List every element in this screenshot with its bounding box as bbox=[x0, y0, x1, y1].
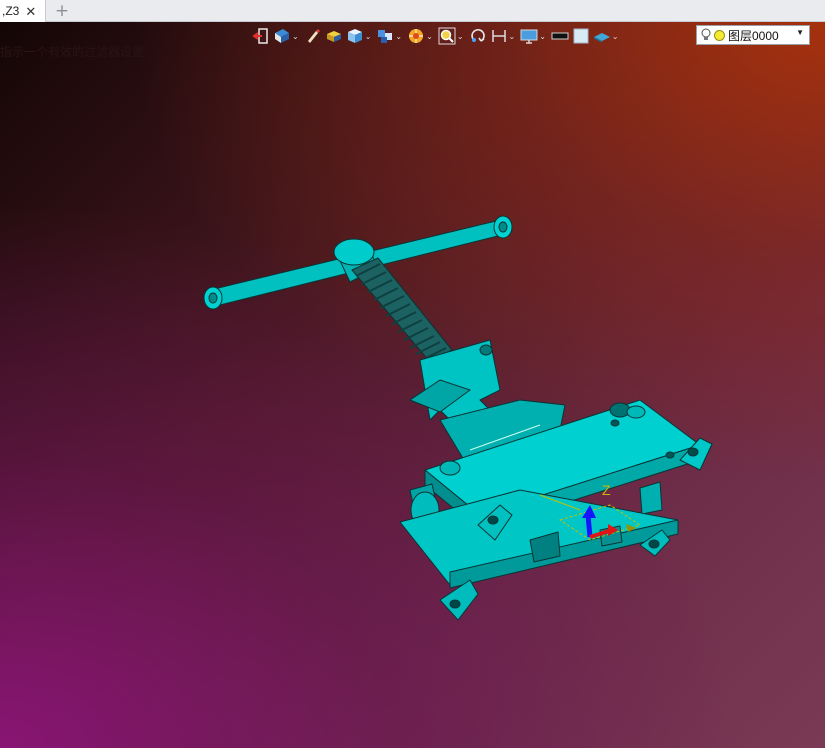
close-tab-icon[interactable]: ✕ bbox=[25, 5, 36, 18]
graphics-viewport[interactable]: 指示一个有效的过滤器设置. ⌄ ⌄ ⌄ ⌄ ⌄ ⌄ ⌄ ⌄ 图层0000 ▼ Z bbox=[0, 22, 825, 748]
vise-3d-model[interactable]: Z bbox=[0, 22, 825, 748]
new-tab-button[interactable]: + bbox=[52, 1, 72, 21]
tab-bar: ,Z3 ✕ + bbox=[0, 0, 825, 22]
document-tab-label: ,Z3 bbox=[2, 4, 20, 18]
triad-z-label: Z bbox=[602, 482, 611, 498]
document-tab[interactable]: ,Z3 ✕ bbox=[0, 0, 46, 22]
